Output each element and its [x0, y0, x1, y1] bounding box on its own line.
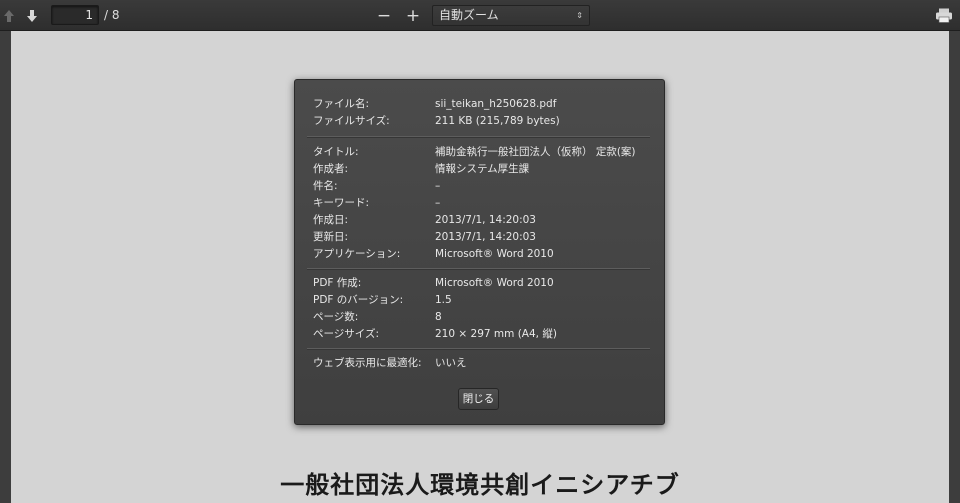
- next-page-button[interactable]: [23, 5, 41, 26]
- select-arrows-icon: ⇕: [576, 11, 583, 20]
- property-label: ファイル名:: [313, 98, 370, 110]
- print-button[interactable]: [934, 5, 954, 26]
- toolbar: 1 / 8 − + 自動ズーム ⇕: [0, 0, 960, 31]
- property-label: キーワード:: [313, 197, 370, 209]
- property-label: PDF のバージョン:: [313, 294, 404, 306]
- arrow-down-icon: [27, 9, 37, 22]
- property-label: ページサイズ:: [313, 328, 380, 340]
- divider: [307, 136, 650, 138]
- page-count: / 8: [104, 8, 120, 22]
- property-label: 作成日:: [313, 214, 349, 226]
- property-value: 2013/7/1, 14:20:03: [435, 231, 536, 243]
- property-value: 210 × 297 mm (A4, 縦): [435, 328, 557, 340]
- property-value: 補助金執行一般社団法人（仮称） 定款(案): [435, 146, 636, 158]
- zoom-select-value: 自動ズーム: [439, 8, 499, 22]
- property-value: –: [435, 180, 441, 192]
- property-label: ファイルサイズ:: [313, 115, 390, 127]
- property-value: 1.5: [435, 294, 452, 306]
- property-value: 情報システム厚生課: [435, 163, 530, 175]
- property-value: 8: [435, 311, 442, 323]
- print-icon: [936, 8, 952, 23]
- previous-page-button[interactable]: [1, 5, 17, 26]
- zoom-in-button[interactable]: +: [404, 5, 422, 26]
- property-label: 件名:: [313, 180, 338, 192]
- property-label: PDF 作成:: [313, 277, 362, 289]
- minus-icon: −: [376, 5, 392, 26]
- property-value: 211 KB (215,789 bytes): [435, 115, 560, 127]
- property-label: アプリケーション:: [313, 248, 401, 260]
- property-value: –: [435, 197, 441, 209]
- document-properties-dialog: ファイル名: sii_teikan_h250628.pdf ファイルサイズ: 2…: [294, 79, 665, 425]
- property-value: Microsoft® Word 2010: [435, 277, 554, 289]
- property-value: 2013/7/1, 14:20:03: [435, 214, 536, 226]
- close-button[interactable]: 閉じる: [458, 388, 499, 410]
- document-heading: 一般社団法人環境共創イニシアチブ: [280, 471, 680, 499]
- divider: [307, 348, 650, 350]
- property-label: タイトル:: [313, 146, 359, 158]
- property-value: Microsoft® Word 2010: [435, 248, 554, 260]
- property-label: 作成者:: [313, 163, 349, 175]
- zoom-out-button[interactable]: −: [376, 5, 392, 26]
- zoom-select[interactable]: 自動ズーム ⇕: [432, 5, 590, 26]
- divider: [307, 268, 650, 270]
- property-label: ウェブ表示用に最適化:: [313, 357, 422, 369]
- property-value: sii_teikan_h250628.pdf: [435, 98, 557, 110]
- page-number-input[interactable]: 1: [51, 5, 99, 25]
- property-label: ページ数:: [313, 311, 359, 323]
- property-label: 更新日:: [313, 231, 349, 243]
- plus-icon: +: [405, 5, 421, 26]
- property-value: いいえ: [435, 357, 467, 369]
- arrow-up-icon: [4, 9, 14, 22]
